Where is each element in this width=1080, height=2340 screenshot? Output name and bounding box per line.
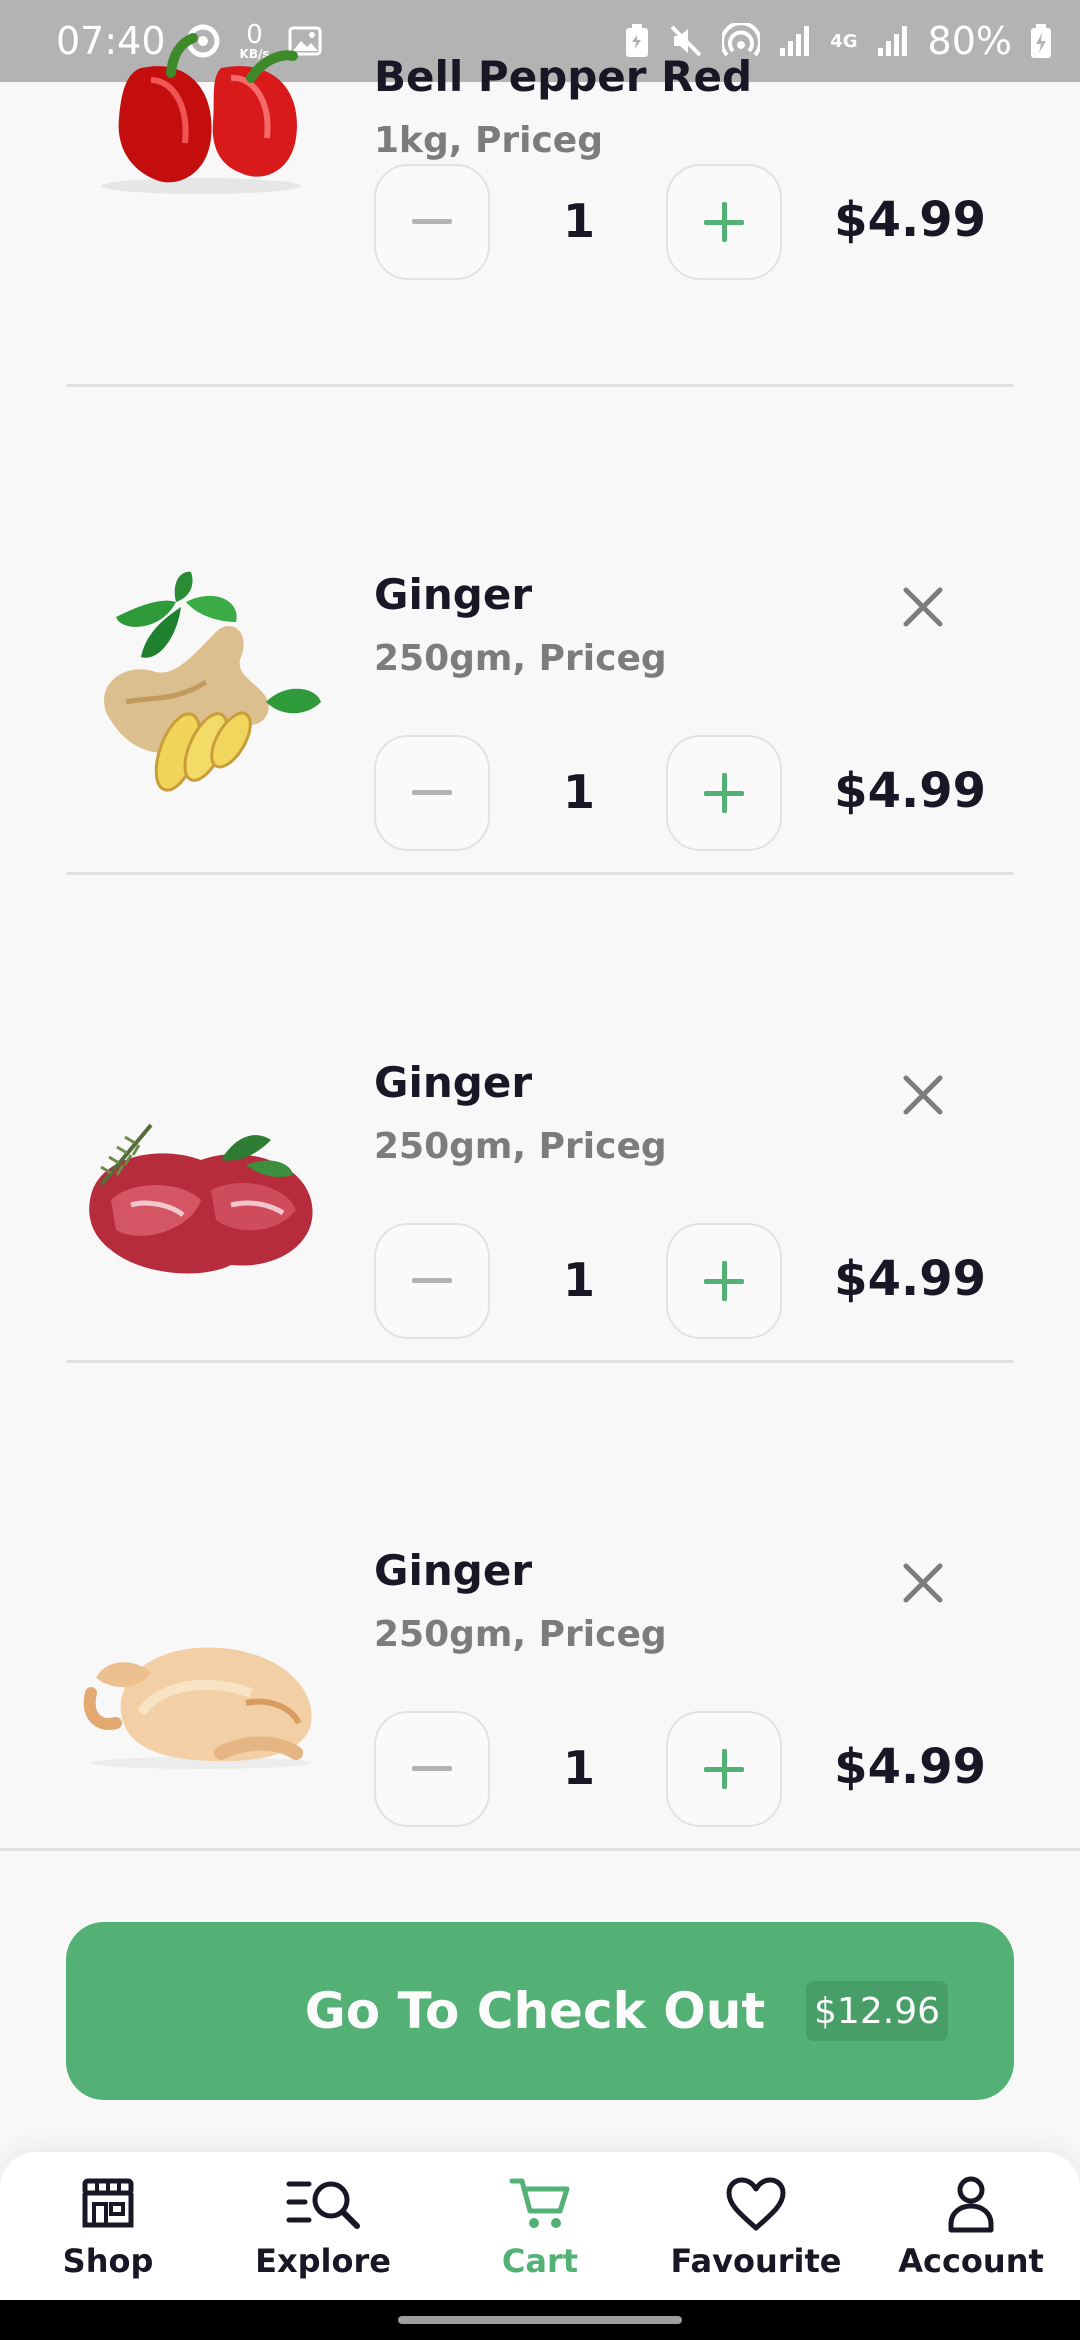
close-icon xyxy=(903,1075,943,1115)
decrease-quantity-button[interactable] xyxy=(374,1223,490,1339)
red-bell-pepper-image xyxy=(66,0,336,198)
plus-icon xyxy=(704,1261,744,1301)
quantity-value: 1 xyxy=(562,194,595,248)
minus-icon xyxy=(412,790,452,795)
checkout-label: Go To Check Out xyxy=(304,1982,766,2040)
plus-icon xyxy=(704,1749,744,1789)
minus-icon xyxy=(412,1278,452,1283)
cart-item: Ginger 250gm, Priceg 1 $4.99 xyxy=(0,975,1080,1375)
increase-quantity-button[interactable] xyxy=(666,164,782,280)
plus-icon xyxy=(704,773,744,813)
nav-label: Explore xyxy=(255,2242,391,2280)
quantity-value: 1 xyxy=(562,1253,595,1307)
close-icon xyxy=(903,1563,943,1603)
nav-favourite[interactable]: Favourite xyxy=(656,2152,856,2300)
item-name: Ginger xyxy=(374,1546,533,1595)
whole-chicken-image xyxy=(66,1588,336,1788)
list-bottom-divider xyxy=(0,1848,1080,1851)
item-divider xyxy=(66,384,1014,387)
explore-search-icon xyxy=(285,2174,361,2234)
home-gesture-handle[interactable] xyxy=(398,2316,682,2324)
nav-account[interactable]: Account xyxy=(871,2152,1071,2300)
item-name: Ginger xyxy=(374,1058,533,1107)
heart-icon xyxy=(725,2174,787,2234)
store-icon xyxy=(80,2174,136,2234)
cart-item: Bell Pepper Red 1kg, Priceg 1 $4.99 xyxy=(0,0,1080,398)
remove-item-button[interactable] xyxy=(890,1062,956,1128)
checkout-button[interactable]: Go To Check Out $12.96 xyxy=(66,1922,1014,2100)
increase-quantity-button[interactable] xyxy=(666,735,782,851)
nav-label: Shop xyxy=(62,2242,154,2280)
increase-quantity-button[interactable] xyxy=(666,1223,782,1339)
beef-steak-image xyxy=(66,1095,336,1295)
cart-item: Ginger 250gm, Priceg 1 $4.99 xyxy=(0,1463,1080,1863)
item-price: $4.99 xyxy=(834,1739,986,1795)
increase-quantity-button[interactable] xyxy=(666,1711,782,1827)
remove-item-button[interactable] xyxy=(890,574,956,640)
nav-shop[interactable]: Shop xyxy=(8,2152,208,2300)
user-icon xyxy=(947,2174,995,2234)
item-description: 250gm, Priceg xyxy=(374,1126,667,1167)
ginger-image xyxy=(66,571,336,792)
quantity-value: 1 xyxy=(562,1741,595,1795)
checkout-total-badge: $12.96 xyxy=(806,1981,948,2041)
bottom-navigation: Shop Explore Cart Favourite Account xyxy=(0,2152,1080,2300)
cart-item: Ginger 250gm, Priceg 1 $4.99 xyxy=(0,487,1080,887)
decrease-quantity-button[interactable] xyxy=(374,164,490,280)
nav-explore[interactable]: Explore xyxy=(223,2152,423,2300)
nav-label: Account xyxy=(898,2242,1044,2280)
item-description: 1kg, Priceg xyxy=(374,120,603,161)
plus-icon xyxy=(704,202,744,242)
item-price: $4.99 xyxy=(834,1251,986,1307)
minus-icon xyxy=(412,219,452,224)
item-price: $4.99 xyxy=(834,192,986,248)
item-divider xyxy=(66,872,1014,875)
item-price: $4.99 xyxy=(834,763,986,819)
decrease-quantity-button[interactable] xyxy=(374,735,490,851)
item-divider xyxy=(66,1360,1014,1363)
item-name: Bell Pepper Red xyxy=(374,52,753,101)
system-navigation-bar xyxy=(0,2300,1080,2340)
item-description: 250gm, Priceg xyxy=(374,1614,667,1655)
item-name: Ginger xyxy=(374,570,533,619)
item-description: 250gm, Priceg xyxy=(374,638,667,679)
cart-icon xyxy=(508,2174,572,2234)
minus-icon xyxy=(412,1766,452,1771)
nav-label: Cart xyxy=(501,2242,579,2280)
remove-item-button[interactable] xyxy=(890,1550,956,1616)
nav-cart[interactable]: Cart xyxy=(440,2152,640,2300)
decrease-quantity-button[interactable] xyxy=(374,1711,490,1827)
nav-label: Favourite xyxy=(670,2242,842,2280)
close-icon xyxy=(903,587,943,627)
quantity-value: 1 xyxy=(562,765,595,819)
